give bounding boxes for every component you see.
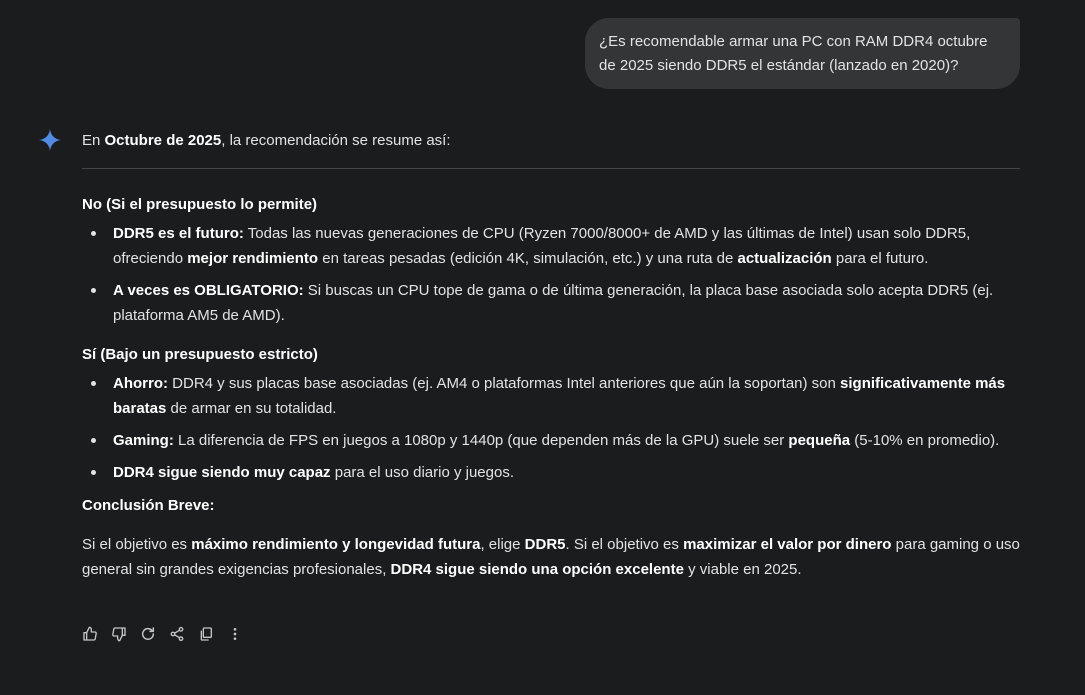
more-options-icon xyxy=(233,628,236,640)
conclusion-span: y viable en 2025. xyxy=(683,561,802,578)
conclusion-bold: DDR4 sigue siendo una opción excelente xyxy=(390,561,684,578)
regenerate-button[interactable] xyxy=(138,625,157,644)
heading-si: Sí (Bajo un presupuesto estricto) xyxy=(82,346,318,363)
user-message-bubble: ¿Es recomendable armar una PC con RAM DD… xyxy=(585,18,1020,89)
gemini-spark-icon xyxy=(38,128,62,152)
conclusion-span: . Si el objetivo es xyxy=(565,536,684,553)
response-intro: En Octubre de 2025, la recomendación se … xyxy=(82,128,1020,153)
item-text: para el futuro. xyxy=(831,250,929,267)
item-text: de armar en su totalidad. xyxy=(166,400,337,417)
chat-page: ¿Es recomendable armar una PC con RAM DD… xyxy=(0,0,1085,695)
list-no: DDR5 es el futuro: Todas las nuevas gene… xyxy=(82,221,1020,328)
item-label: Gaming: xyxy=(113,432,174,449)
section-divider xyxy=(82,168,1020,169)
item-text: en tareas pesadas (edición 4K, simulació… xyxy=(318,250,738,267)
list-item: Gaming: La diferencia de FPS en juegos a… xyxy=(91,428,1020,453)
item-text: (5-10% en promedio). xyxy=(850,432,1000,449)
item-bold: actualización xyxy=(737,250,832,267)
user-message-text: ¿Es recomendable armar una PC con RAM DD… xyxy=(599,33,988,74)
more-options-button[interactable] xyxy=(225,625,244,644)
item-label: DDR4 sigue siendo muy capaz xyxy=(113,464,331,481)
share-button[interactable] xyxy=(167,625,186,644)
conclusion-bold: DDR5 xyxy=(524,536,566,553)
item-bold: mejor rendimiento xyxy=(187,250,319,267)
regenerate-icon xyxy=(141,627,154,640)
item-label: A veces es OBLIGATORIO: xyxy=(113,282,304,299)
conclusion-bold: máximo rendimiento y longevidad futura xyxy=(191,536,481,553)
list-item: Ahorro: DDR4 y sus placas base asociadas… xyxy=(91,371,1020,421)
copy-icon xyxy=(200,627,212,641)
thumbs-down-button[interactable] xyxy=(109,625,128,644)
item-text: La diferencia de FPS en juegos a 1080p y… xyxy=(173,432,789,449)
heading-no: No (Si el presupuesto lo permite) xyxy=(82,196,318,213)
conclusion-text: Si el objetivo es máximo rendimiento y l… xyxy=(82,532,1020,582)
conclusion-span: Si el objetivo es xyxy=(82,536,192,553)
item-label: Ahorro: xyxy=(113,375,168,392)
intro-date: Octubre de 2025 xyxy=(104,132,222,149)
list-item: A veces es OBLIGATORIO: Si buscas un CPU… xyxy=(91,278,1020,328)
conclusion-span: , elige xyxy=(480,536,525,553)
intro-text-end: , la recomendación se resume así: xyxy=(221,132,451,149)
item-bold: pequeña xyxy=(788,432,851,449)
thumbs-up-button[interactable] xyxy=(80,625,99,644)
response-actions xyxy=(80,624,244,644)
heading-conclusion: Conclusión Breve: xyxy=(82,497,215,514)
thumbs-up-icon xyxy=(82,626,97,641)
copy-button[interactable] xyxy=(196,625,215,644)
share-icon xyxy=(170,626,183,642)
list-item: DDR5 es el futuro: Todas las nuevas gene… xyxy=(91,221,1020,271)
conclusion-bold: maximizar el valor por dinero xyxy=(683,536,892,553)
item-label: DDR5 es el futuro: xyxy=(113,225,244,242)
list-si: Ahorro: DDR4 y sus placas base asociadas… xyxy=(82,371,1020,485)
intro-text: En xyxy=(82,132,105,149)
item-text: DDR4 y sus placas base asociadas (ej. AM… xyxy=(168,375,841,392)
thumbs-down-icon xyxy=(111,627,126,642)
model-response: En Octubre de 2025, la recomendación se … xyxy=(82,128,1020,582)
item-text: para el uso diario y juegos. xyxy=(330,464,515,481)
list-item: DDR4 sigue siendo muy capaz para el uso … xyxy=(91,460,1020,485)
